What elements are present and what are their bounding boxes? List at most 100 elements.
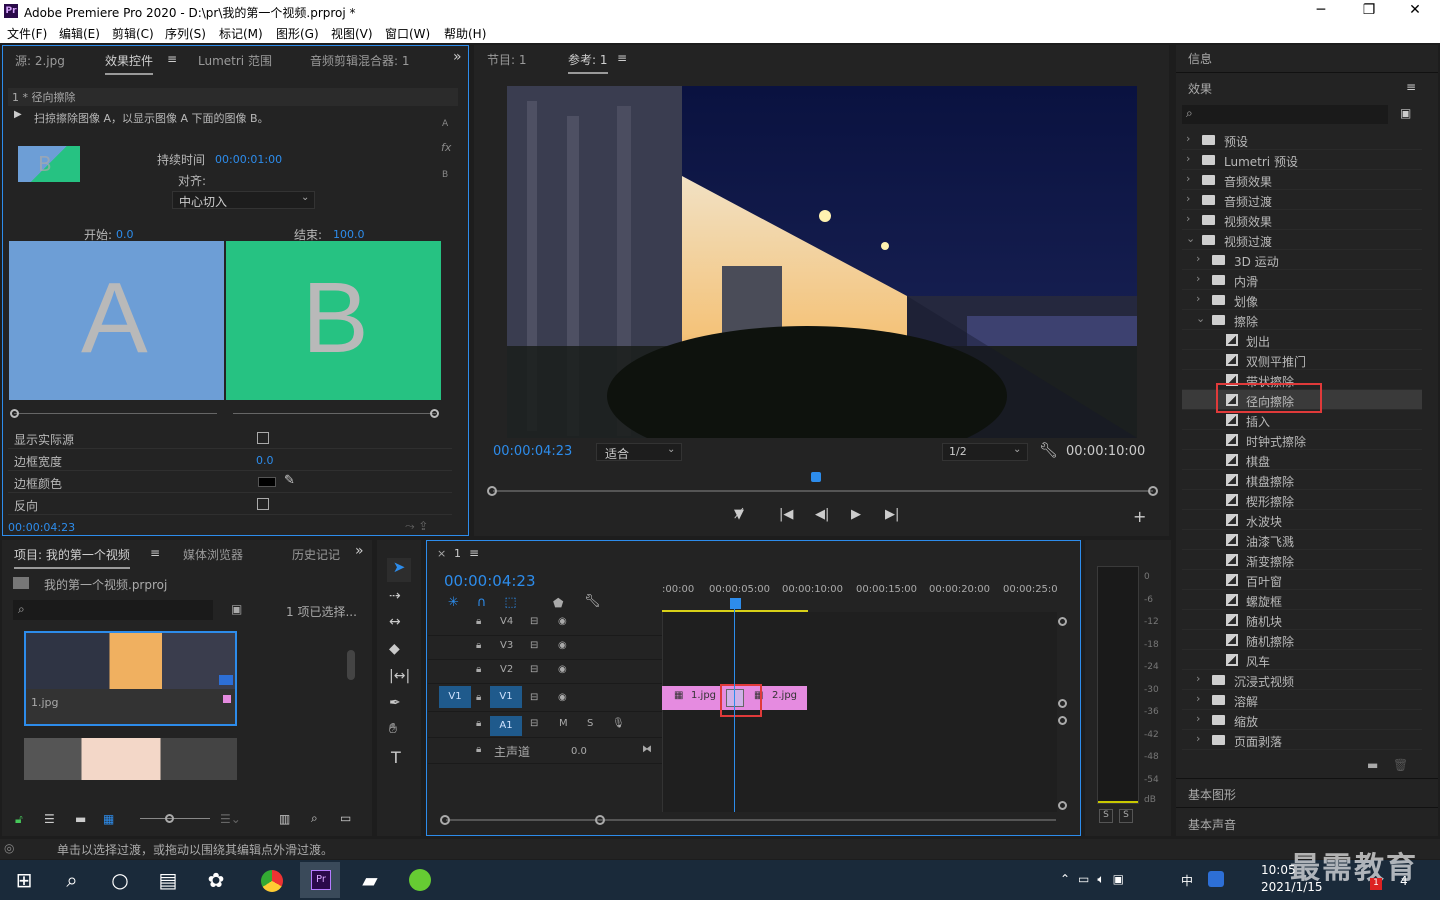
- chevron-right-icon[interactable]: ›: [1186, 192, 1190, 205]
- type-tool-icon[interactable]: T: [391, 748, 401, 767]
- list-view-icon[interactable]: ☰: [44, 812, 55, 826]
- sync-lock-icon[interactable]: ⊟: [530, 692, 538, 703]
- lock-icon[interactable]: 🔒︎: [476, 692, 481, 703]
- effects-item[interactable]: 双侧平推门: [1182, 350, 1422, 370]
- icon-view-icon[interactable]: ▬: [75, 812, 86, 826]
- effects-item[interactable]: 风车: [1182, 650, 1422, 670]
- sync-lock-icon[interactable]: ⊟: [530, 616, 538, 627]
- project-search-input[interactable]: ⌕: [13, 600, 213, 620]
- effects-item[interactable]: › 3D 运动: [1182, 250, 1422, 270]
- effect-controls-timecode[interactable]: 00:00:04:23: [8, 521, 75, 534]
- ime-indicator[interactable]: 中: [1181, 872, 1193, 889]
- program-scrubber[interactable]: [493, 490, 1153, 492]
- start-slider-handle[interactable]: [10, 409, 19, 418]
- chevron-right-icon[interactable]: ›: [1186, 172, 1190, 185]
- clip-thumbnail-2[interactable]: [24, 738, 237, 780]
- cortana-icon[interactable]: ○: [100, 862, 140, 898]
- timeline-settings-icon[interactable]: 🔧︎: [584, 594, 601, 609]
- effects-item[interactable]: › 划像: [1182, 290, 1422, 310]
- effects-item[interactable]: › 音频过渡: [1182, 190, 1422, 210]
- effects-title[interactable]: 效果: [1188, 80, 1212, 97]
- minimize-button[interactable]: ─: [1298, 2, 1344, 18]
- automate-icon[interactable]: ▥: [279, 812, 290, 826]
- find-icon[interactable]: ⌕: [311, 811, 318, 826]
- tab-menu-icon[interactable]: ≡: [617, 51, 627, 65]
- program-playhead[interactable]: [811, 472, 822, 482]
- effects-item[interactable]: 棋盘擦除: [1182, 470, 1422, 490]
- chevron-right-icon[interactable]: ›: [1196, 292, 1200, 305]
- hand-tool-icon[interactable]: ✋︎: [389, 721, 397, 737]
- razor-tool-icon[interactable]: ◆: [389, 641, 400, 657]
- app3-icon[interactable]: [400, 862, 440, 898]
- export-icon[interactable]: ⤳ ⇪: [405, 519, 428, 534]
- tab-effect-controls[interactable]: 效果控件: [105, 52, 154, 75]
- menu-view[interactable]: 视图(V): [331, 25, 373, 42]
- zoom-slider[interactable]: [140, 818, 210, 819]
- effects-menu-icon[interactable]: ≡: [1406, 80, 1416, 94]
- add-marker-icon[interactable]: ⬟: [553, 596, 563, 610]
- voiceover-icon[interactable]: 🎙︎: [612, 718, 625, 729]
- effects-item[interactable]: › 缩放: [1182, 710, 1422, 730]
- menu-window[interactable]: 窗口(W): [385, 25, 430, 42]
- button-editor-icon[interactable]: +: [1133, 507, 1146, 526]
- effects-item[interactable]: 螺旋框: [1182, 590, 1422, 610]
- chrome-icon[interactable]: [252, 862, 292, 898]
- go-to-edit-icon[interactable]: ⧓: [642, 744, 652, 755]
- basic-graphics-tab[interactable]: 基本图形: [1188, 786, 1236, 803]
- step-back-icon[interactable]: ◀|: [815, 507, 829, 522]
- lock-icon[interactable]: 🔒︎: [476, 616, 481, 627]
- effects-item[interactable]: › 视频效果: [1182, 210, 1422, 230]
- video-scroll-bottom[interactable]: [1058, 699, 1067, 708]
- tab-menu-icon[interactable]: ≡: [150, 546, 160, 560]
- effects-item[interactable]: › Lumetri 预设: [1182, 150, 1422, 170]
- effects-item[interactable]: › 沉浸式视频: [1182, 670, 1422, 690]
- master-volume[interactable]: 0.0: [571, 746, 587, 757]
- effects-item[interactable]: › 内滑: [1182, 270, 1422, 290]
- tab-source[interactable]: 源: 2.jpg: [15, 52, 65, 69]
- scrubber-end-handle[interactable]: [1148, 486, 1158, 496]
- project-scrollbar[interactable]: [347, 650, 355, 680]
- freeform-view-icon[interactable]: ▦: [103, 812, 114, 826]
- solo-left-button[interactable]: S: [1099, 809, 1113, 823]
- maximize-button[interactable]: ❐: [1346, 2, 1392, 18]
- tab-media-browser[interactable]: 媒体浏览器: [183, 546, 243, 563]
- effects-item[interactable]: 水波块: [1182, 510, 1422, 530]
- timeline-ruler[interactable]: :00:00 00:00:05:00 00:00:10:00 00:00:15:…: [662, 584, 1062, 612]
- program-timecode[interactable]: 00:00:04:23: [493, 444, 572, 459]
- tab-program[interactable]: 节目: 1: [487, 51, 527, 68]
- sequence-tab[interactable]: 1: [454, 547, 461, 560]
- tab-project[interactable]: 项目: 我的第一个视频: [14, 546, 130, 569]
- eyedropper-icon[interactable]: ✎: [284, 473, 295, 488]
- menu-edit[interactable]: 编辑(E): [59, 25, 100, 42]
- eye-icon[interactable]: ◉: [558, 616, 567, 627]
- resolution-dropdown[interactable]: 1/2 ⌄: [942, 443, 1028, 461]
- effects-item[interactable]: 随机块: [1182, 610, 1422, 630]
- lock-icon[interactable]: 🔓︎: [15, 812, 23, 827]
- effects-item[interactable]: 油漆飞溅: [1182, 530, 1422, 550]
- end-slider-handle[interactable]: [430, 409, 439, 418]
- eye-icon[interactable]: ◉: [558, 664, 567, 675]
- search-icon[interactable]: ⌕: [52, 862, 92, 898]
- sort-icon[interactable]: ☰⌄: [220, 812, 241, 826]
- effects-item[interactable]: 插入: [1182, 410, 1422, 430]
- sync-lock-icon[interactable]: ⊟: [530, 718, 538, 729]
- effects-item[interactable]: › 预设: [1182, 130, 1422, 150]
- chevron-right-icon[interactable]: ›: [1196, 252, 1200, 265]
- lock-icon[interactable]: 🔒︎: [476, 744, 481, 755]
- zoom-handle-right[interactable]: [595, 815, 605, 825]
- timeline-timecode[interactable]: 00:00:04:23: [444, 572, 536, 590]
- fit-dropdown[interactable]: 适合 ⌄: [596, 443, 682, 461]
- zoom-slider-handle[interactable]: [165, 814, 174, 823]
- track-select-tool-icon[interactable]: ⇢: [389, 588, 401, 604]
- clip-thumbnail-1[interactable]: 1.jpg: [24, 631, 237, 726]
- effects-item[interactable]: 百叶窗: [1182, 570, 1422, 590]
- effects-item[interactable]: 棋盘: [1182, 450, 1422, 470]
- go-to-out-icon[interactable]: ▶|: [885, 507, 899, 522]
- premiere-taskbar-icon[interactable]: Pr: [300, 862, 340, 898]
- play-icon[interactable]: ▶: [851, 507, 861, 522]
- video-frame[interactable]: [507, 86, 1137, 438]
- reverse-checkbox[interactable]: [257, 498, 269, 510]
- chevron-right-icon[interactable]: ›: [1196, 732, 1200, 745]
- new-bin-icon[interactable]: ▭: [340, 811, 351, 825]
- wrench-icon[interactable]: 🔧︎: [1039, 441, 1058, 459]
